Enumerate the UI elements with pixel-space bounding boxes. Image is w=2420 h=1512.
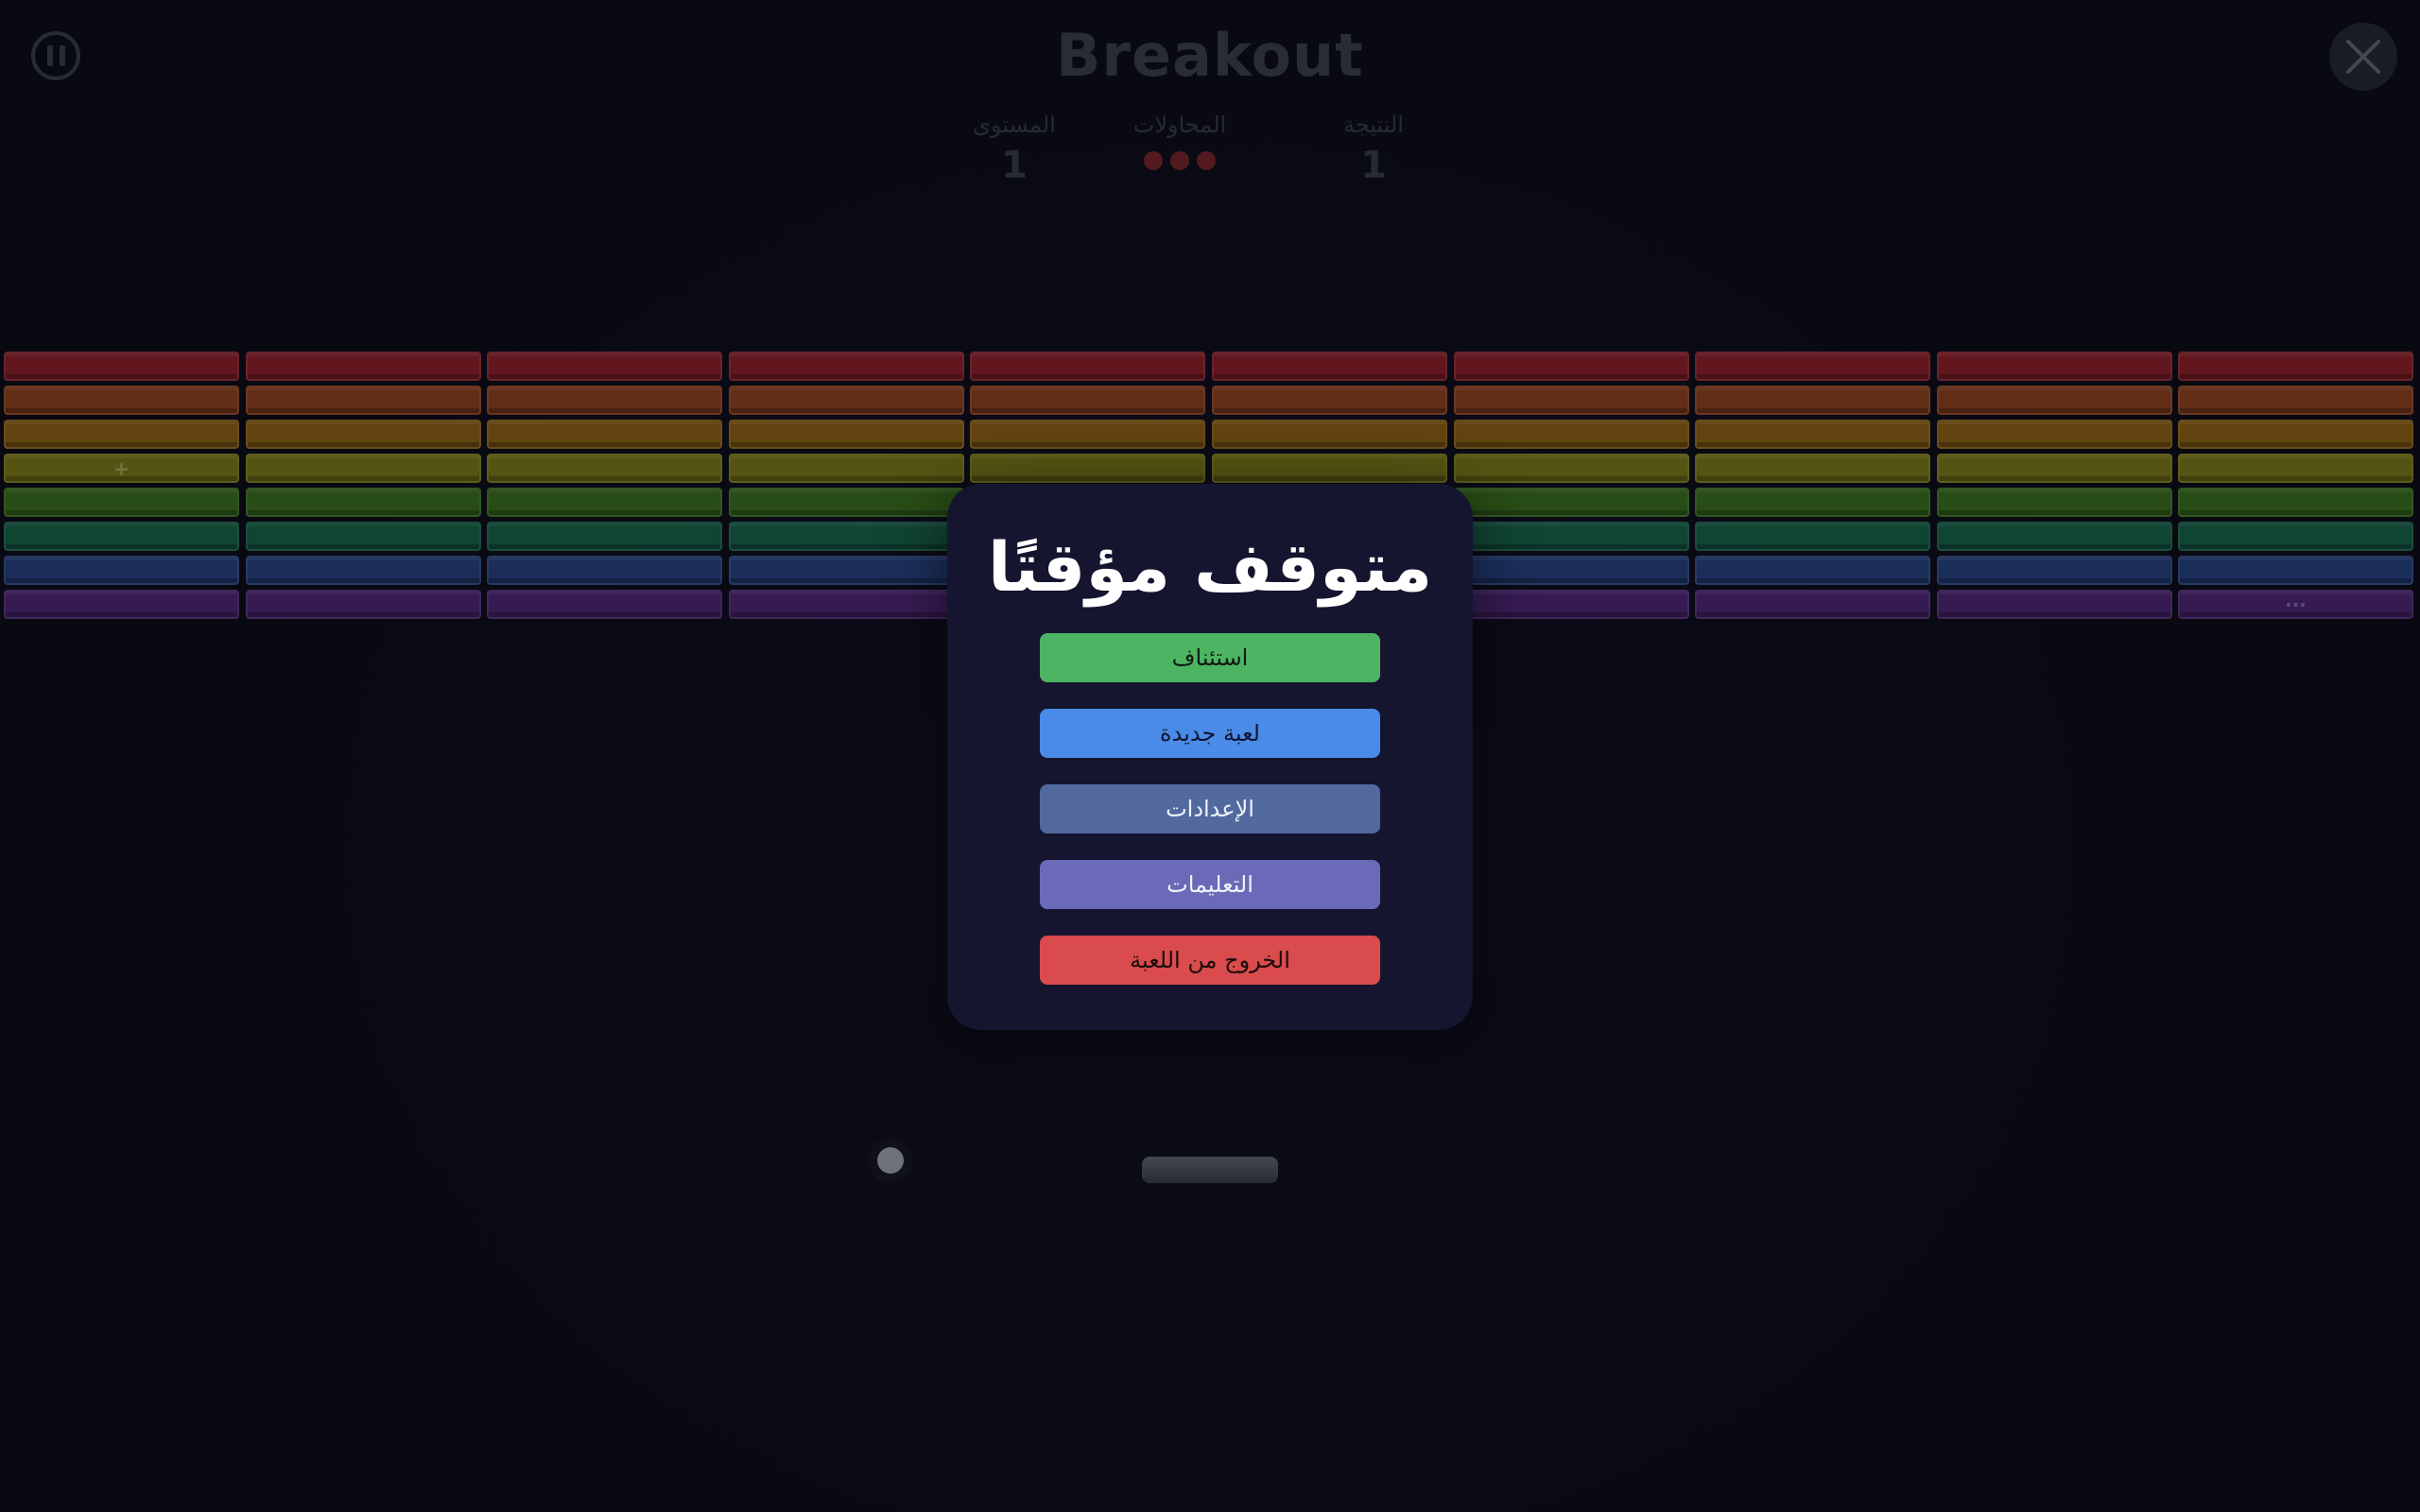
instructions-button[interactable]: التعليمات (1040, 860, 1380, 909)
new-game-button[interactable]: لعبة جديدة (1040, 709, 1380, 758)
settings-button[interactable]: الإعدادات (1040, 784, 1380, 833)
pause-menu: متوقف مؤقتًا استئناف لعبة جديدة الإعدادات ا… (947, 484, 1473, 1030)
pause-menu-title: متوقف مؤقتًا (987, 527, 1433, 607)
game-screen: Breakout النتيجة 1 المحاولات المستوى 1 +… (0, 0, 2420, 1512)
exit-game-button[interactable]: الخروج من اللعبة (1040, 936, 1380, 985)
resume-button[interactable]: استئناف (1040, 633, 1380, 682)
